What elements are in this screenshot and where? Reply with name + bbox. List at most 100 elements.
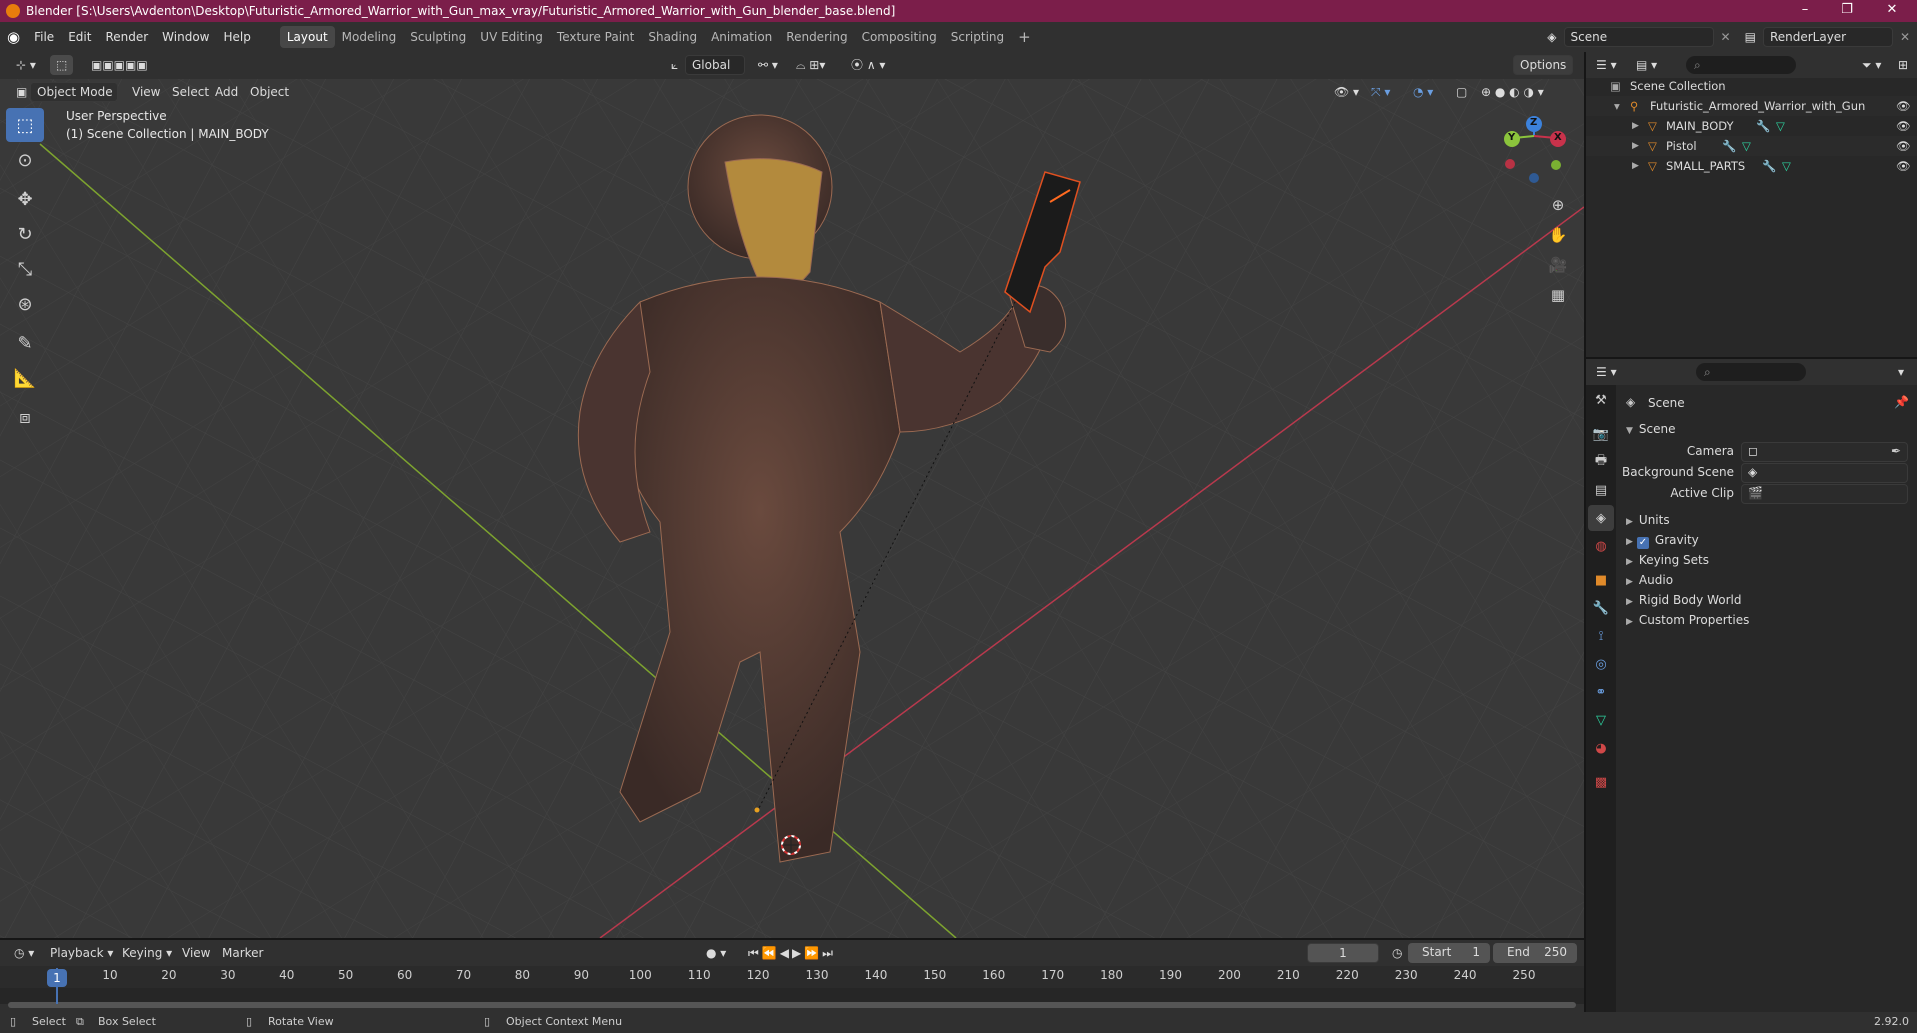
xray-icon[interactable]: ▢ — [1450, 82, 1473, 102]
visibility-eye-icon[interactable]: 👁 — [1896, 116, 1911, 136]
gizmo-x-label[interactable]: X — [1554, 132, 1562, 143]
menu-keying[interactable]: Keying ▾ — [116, 943, 178, 963]
camera-field[interactable]: ◻ ✒ — [1741, 442, 1908, 462]
snap-icon[interactable]: ⌓ ⊞▾ — [790, 55, 831, 75]
mesh-data-icon[interactable]: ▽ — [1782, 156, 1791, 176]
rotate-tool-icon[interactable]: ↻ — [6, 217, 44, 251]
menu-render[interactable]: Render — [98, 25, 155, 49]
menu-select[interactable]: Select — [166, 82, 215, 102]
add-cube-tool-icon[interactable]: ⧈ — [6, 400, 44, 434]
outliner-row-pistol[interactable]: ▶ ▽ Pistol 🔧 ▽ 👁 — [1586, 136, 1917, 156]
transform-tool-icon[interactable]: ⊛ — [6, 287, 44, 321]
gravity-checkbox[interactable]: ✓ — [1636, 537, 1649, 549]
mode-dropdown[interactable]: Object Mode — [30, 82, 118, 102]
tab-scripting[interactable]: Scripting — [944, 26, 1011, 48]
visibility-eye-icon[interactable]: 👁 — [1896, 96, 1911, 116]
active-clip-field[interactable]: 🎬 — [1741, 484, 1908, 504]
menu-object[interactable]: Object — [244, 82, 295, 102]
use-preview-range-icon[interactable]: ◷ — [1386, 943, 1408, 963]
modifier-icon[interactable]: 🔧 — [1762, 156, 1776, 176]
eyedropper-icon[interactable]: ✒ — [1891, 444, 1901, 458]
maximize-button[interactable]: ❐ — [1827, 0, 1867, 22]
add-workspace-button[interactable]: + — [1011, 26, 1038, 48]
gizmo-z-label[interactable]: Z — [1530, 117, 1537, 128]
tool-tab-icon[interactable]: ⚒ — [1588, 387, 1614, 413]
tab-compositing[interactable]: Compositing — [855, 26, 944, 48]
modifier-icon[interactable]: 🔧 — [1756, 116, 1770, 136]
menu-add[interactable]: Add — [209, 82, 244, 102]
menu-timeline-view[interactable]: View — [176, 943, 216, 963]
outliner-row-scene-collection[interactable]: ▣ Scene Collection — [1586, 76, 1917, 96]
rigid-body-world-panel-header[interactable]: ▶ Rigid Body World — [1626, 590, 1741, 610]
measure-tool-icon[interactable]: 📐 — [6, 361, 44, 395]
gizmo-toggle-icon[interactable]: ⤧ ▾ — [1365, 82, 1396, 102]
remove-scene-icon[interactable]: ✕ — [1714, 25, 1738, 49]
camera-view-icon[interactable]: 🎥 — [1545, 252, 1571, 278]
mesh-data-icon[interactable]: ▽ — [1742, 136, 1751, 156]
output-tab-icon[interactable]: 🖶 — [1588, 449, 1614, 475]
properties-options-icon[interactable]: ▾ — [1892, 362, 1910, 382]
mesh-data-icon[interactable]: ▽ — [1776, 116, 1785, 136]
menu-file[interactable]: File — [27, 25, 61, 49]
object-tab-icon[interactable]: ■ — [1588, 567, 1614, 593]
expand-icon[interactable]: ▶ — [1632, 156, 1639, 176]
pan-hand-icon[interactable]: ✋ — [1545, 222, 1571, 248]
blender-menu-icon[interactable]: ◉ — [0, 25, 27, 49]
tab-shading[interactable]: Shading — [641, 26, 704, 48]
menu-window[interactable]: Window — [155, 25, 216, 49]
close-button[interactable]: ✕ — [1872, 0, 1912, 22]
units-panel-header[interactable]: ▶ Units — [1626, 510, 1670, 530]
visibility-icon[interactable]: 👁 ▾ — [1328, 82, 1365, 102]
scene-panel-header[interactable]: ▼ Scene — [1626, 419, 1676, 439]
outliner-row-main-body[interactable]: ▶ ▽ MAIN_BODY 🔧 ▽ 👁 — [1586, 116, 1917, 136]
background-scene-field[interactable]: ◈ — [1741, 463, 1908, 483]
data-tab-icon[interactable]: ▽ — [1588, 707, 1614, 733]
select-box-tool-icon[interactable]: ⬚ — [6, 108, 44, 142]
cursor-tool-icon[interactable]: ⊙ — [6, 143, 44, 177]
tab-texture-paint[interactable]: Texture Paint — [550, 26, 641, 48]
options-dropdown[interactable]: Options — [1513, 55, 1573, 75]
select-mode-icon[interactable]: ⬚ — [50, 55, 74, 75]
keying-sets-panel-header[interactable]: ▶ Keying Sets — [1626, 550, 1709, 570]
expand-icon[interactable]: ▾ — [1614, 96, 1620, 116]
properties-search-input[interactable]: ⌕ — [1696, 363, 1806, 381]
timeline-editor-icon[interactable]: ◷ ▾ — [8, 943, 40, 963]
zoom-icon[interactable]: ⊕ — [1545, 192, 1571, 218]
timeline-scrollbar[interactable] — [8, 1002, 1576, 1008]
start-frame-field[interactable]: Start 1 — [1408, 943, 1490, 963]
modifier-icon[interactable]: 🔧 — [1722, 136, 1736, 156]
constraints-tab-icon[interactable]: ⚭ — [1588, 679, 1614, 705]
scene-selector[interactable]: Scene — [1563, 27, 1714, 47]
current-frame-field[interactable]: 1 — [1307, 943, 1379, 963]
outliner-row-small-parts[interactable]: ▶ ▽ SMALL_PARTS 🔧 ▽ 👁 — [1586, 156, 1917, 176]
expand-icon[interactable]: ▶ — [1632, 116, 1639, 136]
particles-tab-icon[interactable]: ⟟ — [1588, 623, 1614, 649]
auto-keying-icon[interactable]: ● ▾ — [700, 943, 732, 963]
menu-view[interactable]: View — [126, 82, 166, 102]
move-tool-icon[interactable]: ✥ — [6, 182, 44, 216]
filter-icon[interactable]: ⏷ ▾ — [1856, 55, 1887, 75]
gizmo-y-label[interactable]: Y — [1508, 132, 1515, 143]
remove-view-layer-icon[interactable]: ✕ — [1893, 25, 1917, 49]
menu-edit[interactable]: Edit — [61, 25, 98, 49]
tab-modeling[interactable]: Modeling — [335, 26, 404, 48]
gravity-panel-header[interactable]: ▶ ✓ Gravity — [1626, 530, 1699, 550]
tab-animation[interactable]: Animation — [704, 26, 779, 48]
scale-tool-icon[interactable]: ⤡ — [6, 252, 44, 286]
expand-icon[interactable]: ▶ — [1632, 136, 1639, 156]
transform-orientation-dropdown[interactable]: Global — [685, 55, 745, 75]
world-tab-icon[interactable]: ◍ — [1588, 533, 1614, 559]
outliner-search-input[interactable]: ⌕ — [1686, 56, 1796, 74]
scene-tab-icon[interactable]: ◈ — [1588, 505, 1614, 531]
audio-panel-header[interactable]: ▶ Audio — [1626, 570, 1673, 590]
annotate-tool-icon[interactable]: ✎ — [6, 326, 44, 360]
proportional-edit-icon[interactable]: ⦿ ∧ ▾ — [845, 55, 891, 75]
pivot-point-icon[interactable]: ⚯ ▾ — [752, 55, 784, 75]
new-collection-icon[interactable]: ⊞ — [1892, 55, 1914, 75]
physics-tab-icon[interactable]: ◎ — [1588, 651, 1614, 677]
perspective-toggle-icon[interactable]: ▦ — [1545, 282, 1571, 308]
tab-uv-editing[interactable]: UV Editing — [473, 26, 550, 48]
end-frame-field[interactable]: End 250 — [1493, 943, 1577, 963]
playback-controls[interactable]: ⏮⏪◀▶⏩⏭ — [742, 943, 842, 963]
editor-type-icon[interactable]: ⊹ ▾ — [10, 55, 42, 75]
